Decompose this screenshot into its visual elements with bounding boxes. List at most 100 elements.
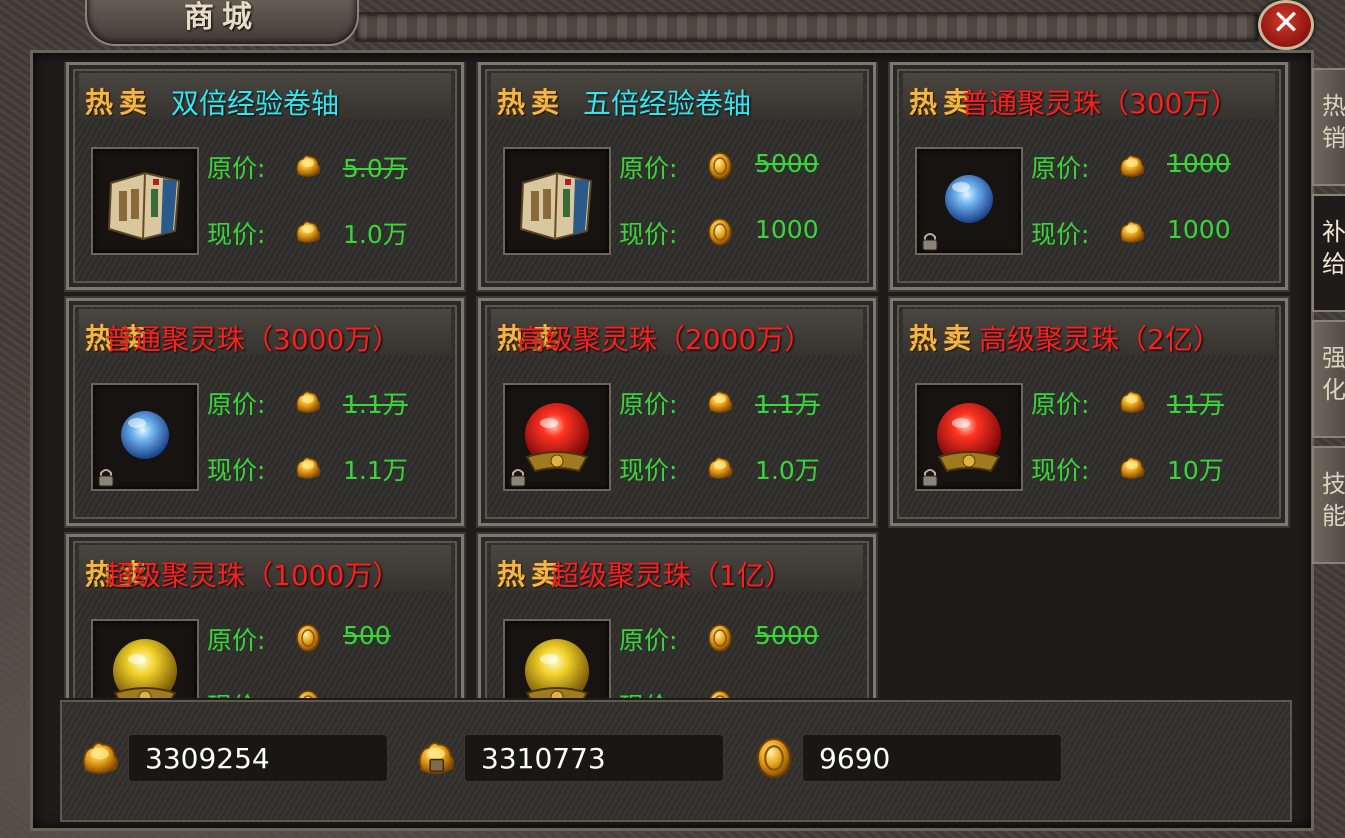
card-header: 热卖 普通聚灵珠（3000万）: [79, 309, 451, 356]
card-header: 热卖 普通聚灵珠（300万）: [903, 73, 1275, 120]
current-price-row: 现价: 1000: [619, 215, 859, 249]
original-price-value: 5000: [755, 621, 819, 650]
card-header: 热卖 高级聚灵珠（2000万）: [491, 309, 863, 356]
lock-icon: [98, 469, 114, 487]
gold-coin-icon: [296, 624, 320, 652]
shop-item-card[interactable]: 热卖超级聚灵珠（1000万） 原价: 500 现价:: [64, 532, 466, 698]
side-tab-2[interactable]: 强化: [1312, 320, 1345, 438]
gold-coin-icon: [708, 152, 732, 180]
gold-ingot-icon: [1120, 221, 1145, 243]
original-price-label: 原价:: [619, 154, 678, 183]
shop-item-card[interactable]: 热卖 普通聚灵珠（300万） 原价: 1000 现价: 1000: [888, 62, 1290, 292]
item-name: 高级聚灵珠（2亿）: [979, 323, 1221, 356]
window-title: 商城: [184, 0, 260, 35]
hot-sale-badge: 热卖: [497, 86, 566, 119]
title-tab: 商城: [85, 0, 359, 46]
side-tab-0[interactable]: 热销: [1312, 68, 1345, 186]
shop-item-card[interactable]: 热卖 普通聚灵珠（3000万） 原价: 1.1万 现价: 1.1万: [64, 296, 466, 528]
item-name: 超级聚灵珠（1000万）: [105, 559, 401, 592]
current-price-value: 1.0万: [343, 220, 408, 249]
current-price-value: 10万: [1167, 456, 1224, 485]
item-icon-slot[interactable]: [503, 147, 611, 255]
side-tab-3[interactable]: 技能: [1312, 446, 1345, 564]
gold-ingot-icon: [708, 457, 733, 479]
item-icon-slot[interactable]: [91, 619, 199, 698]
current-price-label: 现价:: [207, 687, 265, 698]
card-header: 热卖 五倍经验卷轴: [491, 73, 863, 120]
original-price-row: 原价: 5000: [619, 621, 859, 655]
gold-ingot-icon: [708, 391, 733, 413]
gold-ingot-icon: [296, 457, 321, 479]
original-price-value: 11万: [1167, 390, 1224, 419]
current-price-row: 现价: 1.0万: [619, 451, 859, 485]
original-price-value: 1.1万: [343, 390, 408, 419]
currency-balance-field: 3309254: [128, 734, 388, 782]
current-price-row: 现价: 1000: [1031, 215, 1271, 249]
gold-coin-icon: [756, 737, 792, 779]
shop-item-card[interactable]: 热卖 双倍经验卷轴 原价: 5.0万 现价: 1.0万: [64, 62, 466, 292]
gold-ingot-icon: [82, 742, 119, 774]
original-price-label: 原价:: [207, 154, 266, 183]
original-price-label: 原价:: [1031, 154, 1090, 183]
currency-balance-field: 3310773: [464, 734, 724, 782]
current-price-label: 现价:: [207, 456, 266, 485]
current-price-value: 1000: [1167, 215, 1231, 244]
currency-bar: 3309254 3310773 9690: [60, 700, 1292, 822]
card-header: 热卖 双倍经验卷轴: [79, 73, 451, 120]
item-icon-slot[interactable]: [915, 383, 1023, 491]
current-price-row: 现价:: [619, 687, 859, 698]
current-price-row: 现价: 10万: [1031, 451, 1271, 485]
original-price-value: 500: [343, 621, 391, 650]
gold-ingot-icon: [296, 221, 321, 243]
gold-ingot-icon: [296, 391, 321, 413]
shop-item-card[interactable]: 热卖 五倍经验卷轴原价: 5000 现价: 1000: [476, 62, 878, 292]
hot-sale-badge: 热卖: [909, 322, 978, 355]
close-button[interactable]: ✕: [1258, 0, 1314, 50]
original-price-row: 原价: 5000: [619, 149, 859, 183]
gold-coin-icon: [709, 690, 731, 698]
current-price-label: 现价:: [619, 220, 678, 249]
item-icon-slot[interactable]: [503, 619, 611, 698]
top-ornament-bar: [355, 12, 1259, 42]
item-icon-slot[interactable]: [503, 383, 611, 491]
original-price-value: 1.1万: [755, 390, 820, 419]
gold-ingot-bound-icon: [418, 742, 455, 774]
lock-icon: [510, 469, 526, 487]
item-icon-slot[interactable]: [91, 147, 199, 255]
scroll-book-icon: [107, 171, 181, 241]
gold-ingot-icon: [296, 155, 321, 177]
current-price-label: 现价:: [1031, 456, 1090, 485]
item-name: 双倍经验卷轴: [171, 87, 340, 120]
original-price-row: 原价: 500: [207, 621, 447, 655]
lock-icon: [922, 233, 938, 251]
current-price-value: 1.1万: [343, 456, 408, 485]
current-price-row: 现价: 1.1万: [207, 451, 447, 485]
scroll-book-icon: [519, 171, 593, 241]
shop-item-card[interactable]: 热卖超级聚灵珠（1亿） 原价: 5000 现价:: [476, 532, 878, 698]
gold-coin-icon: [708, 624, 732, 652]
card-header: 热卖 超级聚灵珠（1亿）: [491, 545, 863, 592]
original-price-label: 原价:: [619, 626, 678, 655]
original-price-value: 5000: [755, 149, 819, 178]
current-price-row: 现价:: [207, 687, 447, 698]
yellow-orb-icon: [525, 639, 589, 698]
original-price-value: 1000: [1167, 149, 1231, 178]
gold-ingot-icon: [1120, 457, 1145, 479]
item-name: 超级聚灵珠（1亿）: [551, 559, 793, 592]
item-icon-slot[interactable]: [91, 383, 199, 491]
item-grid[interactable]: 热卖 双倍经验卷轴 原价: 5.0万 现价: 1.0万 热卖 五倍经验卷轴 原价: 5000 现价:…: [50, 62, 1300, 698]
current-price-row: 现价: 1.0万: [207, 215, 447, 249]
original-price-label: 原价:: [207, 390, 266, 419]
current-price-label: 现价:: [619, 687, 677, 698]
side-tab-1[interactable]: 补给: [1312, 194, 1345, 312]
gold-coin-icon: [297, 690, 319, 698]
current-price-value: 1.0万: [755, 456, 820, 485]
item-name: 高级聚灵珠（2000万）: [517, 323, 813, 356]
shop-item-card[interactable]: 热卖 高级聚灵珠（2000万） 原价: 1.1万 现价: 1.0万: [476, 296, 878, 528]
shop-item-card[interactable]: 热卖 高级聚灵珠（2亿） 原价: 11万现价: 10万: [888, 296, 1290, 528]
card-header: 热卖 高级聚灵珠（2亿）: [903, 309, 1275, 356]
original-price-row: 原价: 11万: [1031, 385, 1271, 419]
original-price-label: 原价:: [1031, 390, 1090, 419]
lock-icon: [922, 469, 938, 487]
item-icon-slot[interactable]: [915, 147, 1023, 255]
